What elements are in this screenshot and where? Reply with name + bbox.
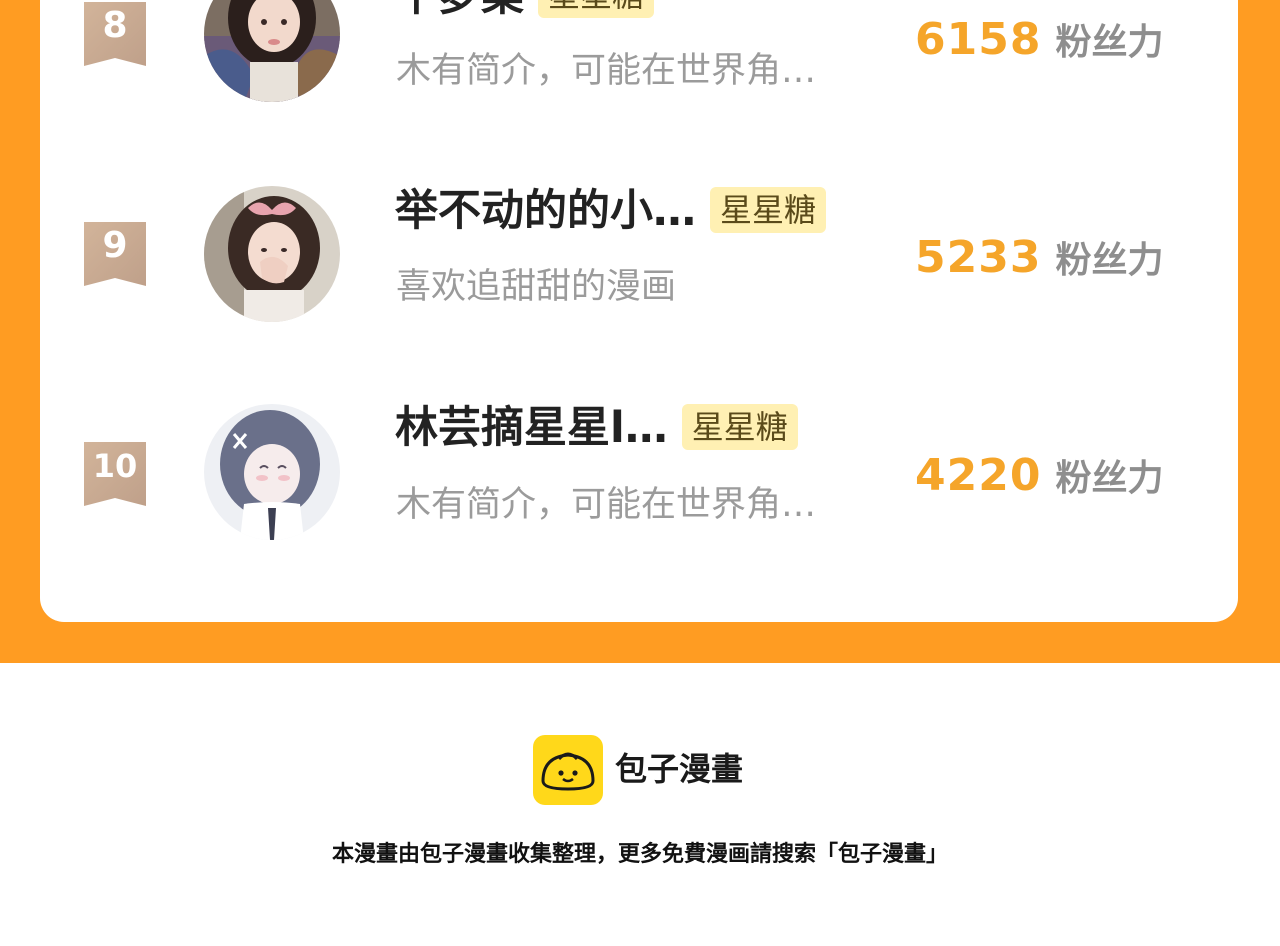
fan-power-score: 5233 粉丝力	[915, 230, 1163, 295]
fan-power-score: 4220 粉丝力	[915, 448, 1163, 513]
user-tag-badge: 星星糖	[710, 186, 827, 233]
username[interactable]: 林芸摘星星l… 星星糖	[395, 402, 798, 454]
user-avatar-photo	[204, 186, 340, 322]
user-avatar-photo	[204, 0, 340, 102]
username[interactable]: 举不动的的小… 星星糖	[395, 185, 827, 237]
rank-badge: 9	[84, 222, 146, 286]
user-bio: 木有简介，可能在世界角…	[396, 51, 817, 91]
avatar[interactable]	[204, 404, 340, 540]
user-avatar-photo	[204, 404, 340, 540]
rank-number: 9	[102, 225, 128, 266]
avatar[interactable]	[204, 0, 340, 102]
brand-name: 包子漫畫	[615, 750, 744, 788]
score-unit: 粉丝力	[1055, 240, 1164, 281]
rank-number: 8	[102, 5, 128, 46]
score-value: 4220	[915, 450, 1042, 501]
user-tag-badge: 星星糖	[538, 0, 655, 18]
ranking-card: 8 千梦棠星星糖 木有简介，可能在世界角… 6158粉丝力	[40, 0, 1238, 622]
steamed-bun-icon	[533, 735, 603, 805]
rank-badge: 8	[84, 2, 146, 66]
username[interactable]: 千梦棠星星糖	[395, 0, 655, 22]
username-text: 林芸摘星星l…	[395, 403, 668, 453]
rank-number: 10	[92, 447, 138, 485]
username-text: 千梦棠	[395, 0, 524, 21]
score-unit: 粉丝力	[1055, 22, 1164, 63]
ranking-row-10[interactable]: 10 林芸摘星星l… 星星糖 木有简介，可能在世界角… 4220 粉丝力	[40, 403, 1238, 546]
username-text: 举不动的的小…	[395, 186, 696, 236]
fan-power-score: 6158 粉丝力	[915, 12, 1163, 77]
score-value: 5233	[915, 232, 1042, 283]
rank-badge: 10	[84, 442, 146, 506]
score-value: 6158	[915, 14, 1042, 65]
user-bio: 木有简介，可能在世界角…	[396, 485, 817, 525]
brand-logo-block[interactable]: 包子漫畫	[533, 735, 773, 805]
user-bio: 喜欢追甜甜的漫画	[396, 267, 677, 307]
ranking-row-8[interactable]: 8 千梦棠星星糖 木有简介，可能在世界角… 6158 粉丝力	[40, 0, 1238, 110]
footer-note: 本漫畫由包子漫畫收集整理，更多免費漫画請搜索「包子漫畫」	[331, 842, 948, 867]
user-tag-badge: 星星糖	[681, 403, 798, 450]
avatar[interactable]	[204, 186, 340, 322]
ranking-row-9[interactable]: 9 举不动的的小… 星星糖 喜欢追甜甜的漫画 5233 粉丝力	[40, 185, 1238, 328]
score-unit: 粉丝力	[1055, 458, 1164, 499]
